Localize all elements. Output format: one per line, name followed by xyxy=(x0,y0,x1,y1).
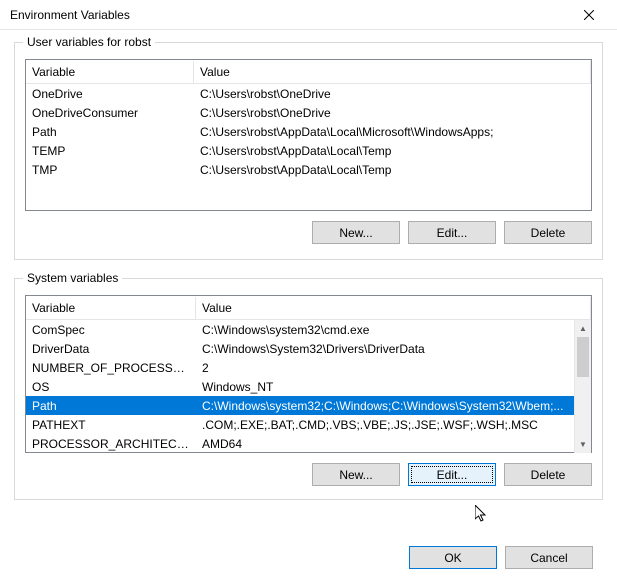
user-table-body: OneDriveC:\Users\robst\OneDrive OneDrive… xyxy=(26,84,591,179)
system-variables-group: System variables Variable Value ComSpecC… xyxy=(14,278,603,500)
system-edit-button[interactable]: Edit... xyxy=(408,463,496,486)
user-delete-button[interactable]: Delete xyxy=(504,221,592,244)
system-table-body: ComSpecC:\Windows\system32\cmd.exe Drive… xyxy=(26,320,591,453)
user-table-header: Variable Value xyxy=(26,60,591,84)
user-button-row: New... Edit... Delete xyxy=(25,221,592,244)
table-row[interactable]: ComSpecC:\Windows\system32\cmd.exe xyxy=(26,320,574,339)
scroll-up-icon[interactable]: ▲ xyxy=(575,320,591,337)
table-row[interactable]: NUMBER_OF_PROCESSORS2 xyxy=(26,358,574,377)
user-edit-button[interactable]: Edit... xyxy=(408,221,496,244)
system-button-row: New... Edit... Delete xyxy=(25,463,592,486)
system-variables-label: System variables xyxy=(23,271,122,285)
close-icon xyxy=(584,10,594,20)
close-button[interactable] xyxy=(569,1,609,29)
system-new-button[interactable]: New... xyxy=(312,463,400,486)
system-scrollbar[interactable]: ▲ ▼ xyxy=(574,320,591,453)
table-row[interactable]: TEMPC:\Users\robst\AppData\Local\Temp xyxy=(26,141,591,160)
window-title: Environment Variables xyxy=(10,8,569,22)
dialog-button-row: OK Cancel xyxy=(409,546,593,569)
user-variables-label: User variables for robst xyxy=(23,35,155,49)
user-header-variable[interactable]: Variable xyxy=(26,61,194,83)
dialog-content: User variables for robst Variable Value … xyxy=(0,30,617,532)
system-variables-table[interactable]: Variable Value ComSpecC:\Windows\system3… xyxy=(25,295,592,453)
user-new-button[interactable]: New... xyxy=(312,221,400,244)
table-row[interactable]: PATHEXT.COM;.EXE;.BAT;.CMD;.VBS;.VBE;.JS… xyxy=(26,415,574,434)
cancel-button[interactable]: Cancel xyxy=(505,546,593,569)
table-row[interactable]: OSWindows_NT xyxy=(26,377,574,396)
scroll-down-icon[interactable]: ▼ xyxy=(575,436,591,453)
scroll-thumb[interactable] xyxy=(577,337,589,377)
table-row[interactable]: PathC:\Windows\system32;C:\Windows;C:\Wi… xyxy=(26,396,574,415)
table-row[interactable]: OneDriveConsumerC:\Users\robst\OneDrive xyxy=(26,103,591,122)
table-row[interactable]: TMPC:\Users\robst\AppData\Local\Temp xyxy=(26,160,591,179)
system-table-header: Variable Value xyxy=(26,296,591,320)
table-row[interactable]: PathC:\Users\robst\AppData\Local\Microso… xyxy=(26,122,591,141)
system-delete-button[interactable]: Delete xyxy=(504,463,592,486)
system-header-value[interactable]: Value xyxy=(196,297,591,319)
user-variables-group: User variables for robst Variable Value … xyxy=(14,42,603,260)
titlebar: Environment Variables xyxy=(0,0,617,30)
table-row[interactable]: PROCESSOR_ARCHITECTUREAMD64 xyxy=(26,434,574,453)
table-row[interactable]: OneDriveC:\Users\robst\OneDrive xyxy=(26,84,591,103)
ok-button[interactable]: OK xyxy=(409,546,497,569)
user-header-value[interactable]: Value xyxy=(194,61,591,83)
system-header-variable[interactable]: Variable xyxy=(26,297,196,319)
user-variables-table[interactable]: Variable Value OneDriveC:\Users\robst\On… xyxy=(25,59,592,211)
table-row[interactable]: DriverDataC:\Windows\System32\Drivers\Dr… xyxy=(26,339,574,358)
